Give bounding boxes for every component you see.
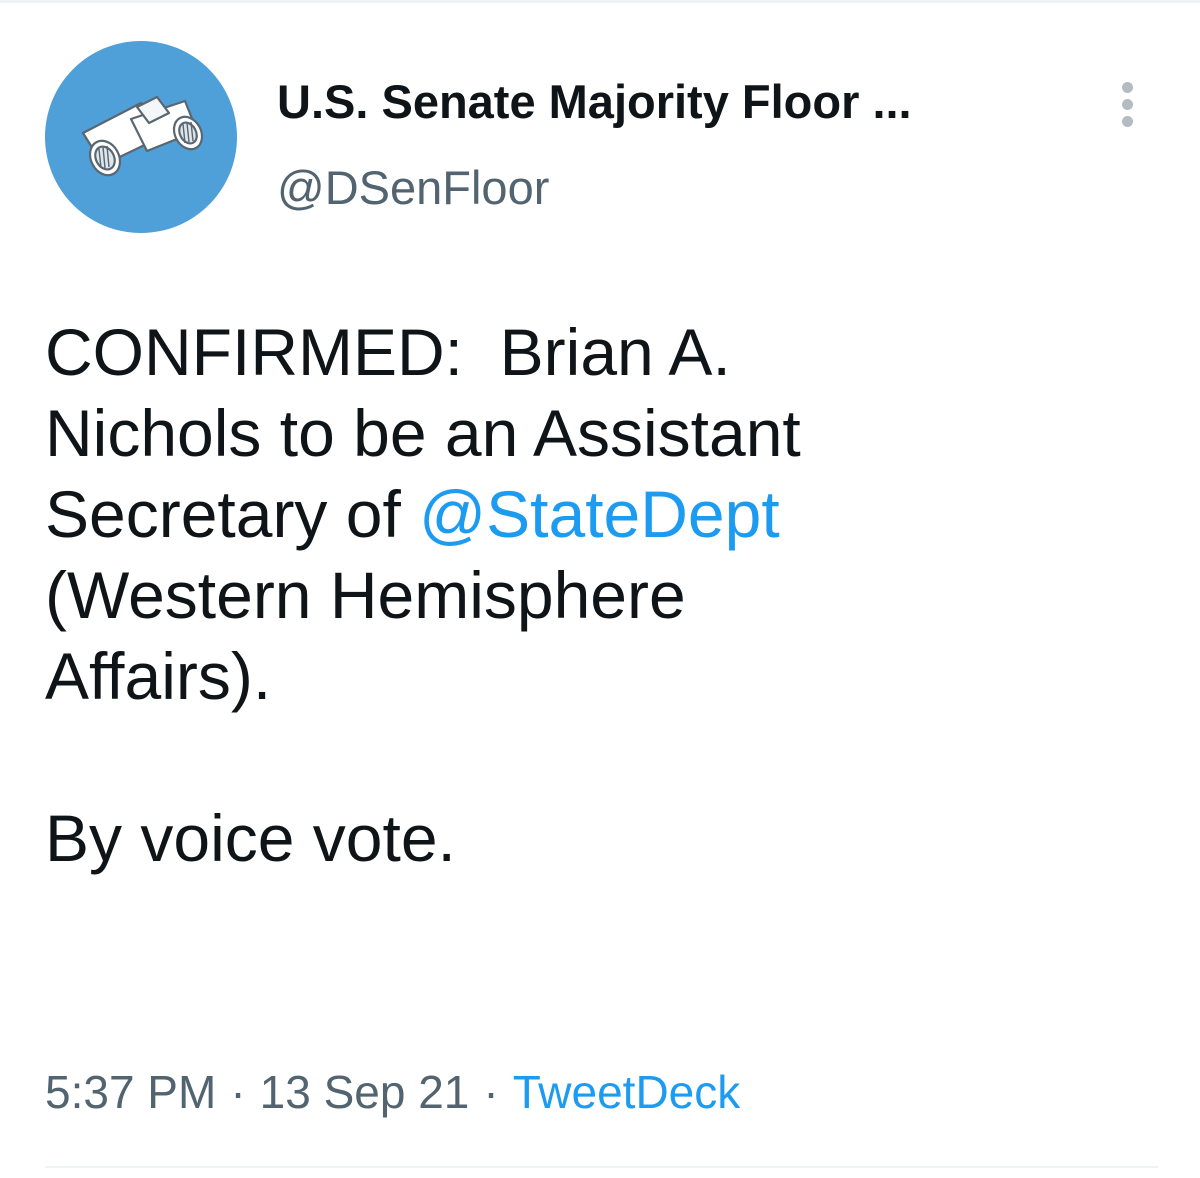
tweet-line: CONFIRMED: Brian A.: [45, 315, 731, 389]
tweet-text: CONFIRMED: Brian A. Nichols to be an Ass…: [45, 312, 1145, 879]
more-options-button[interactable]: [1106, 76, 1150, 132]
avatar[interactable]: [45, 41, 237, 233]
display-name[interactable]: U.S. Senate Majority Floor ...: [277, 70, 912, 134]
tweet-line: (Western Hemisphere: [45, 558, 686, 632]
mention-link[interactable]: @StateDept: [419, 477, 780, 551]
tweet-line: Affairs).: [45, 639, 272, 713]
bottom-divider: [45, 1166, 1158, 1168]
top-divider: [0, 0, 1200, 3]
tweet-closing-line: By voice vote.: [45, 801, 456, 875]
tweet-line: Secretary of @StateDept: [45, 477, 780, 551]
tweet-meta: 5:37 PM · 13 Sep 21 · TweetDeck: [45, 1062, 740, 1122]
meta-separator: ·: [230, 1066, 246, 1118]
user-handle[interactable]: @DSenFloor: [277, 156, 549, 220]
tweet-time[interactable]: 5:37 PM: [45, 1066, 216, 1118]
tweet-line: Nichols to be an Assistant: [45, 396, 801, 470]
source-link[interactable]: TweetDeck: [513, 1066, 741, 1118]
meta-separator: ·: [483, 1066, 499, 1118]
binoculars-icon: [81, 95, 204, 177]
tweet-date[interactable]: 13 Sep 21: [260, 1066, 470, 1118]
